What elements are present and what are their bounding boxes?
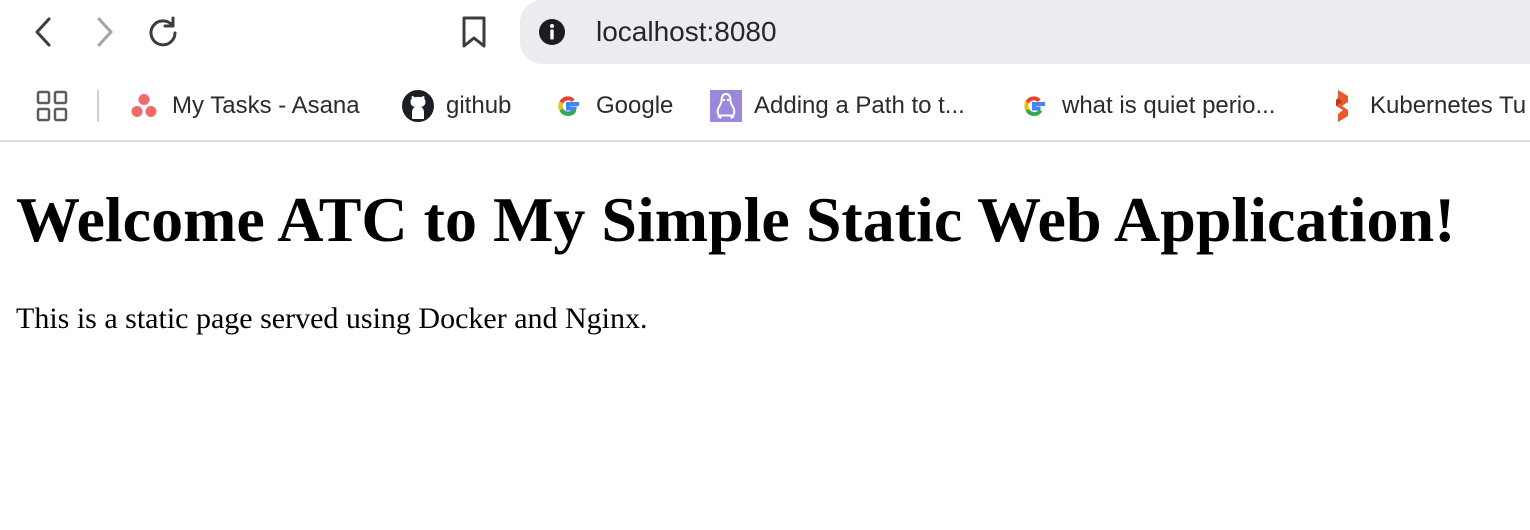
chevron-left-icon: [35, 17, 51, 47]
bookmark-item-google[interactable]: Google: [552, 88, 673, 124]
bookmark-item-quiet-period[interactable]: what is quiet perio...: [1018, 88, 1275, 124]
bookmark-item-kubernetes[interactable]: Kubernetes Tu: [1326, 88, 1526, 124]
bookmark-icon: [462, 16, 486, 48]
address-bar[interactable]: localhost:8080: [520, 0, 1530, 64]
page-heading: Welcome ATC to My Simple Static Web Appl…: [16, 184, 1456, 255]
reload-button[interactable]: [141, 10, 185, 54]
bookmark-item-adding-a-path[interactable]: Adding a Path to t...: [710, 88, 965, 124]
page-paragraph: This is a static page served using Docke…: [16, 302, 648, 335]
bookmark-label: Google: [596, 92, 674, 119]
bookmark-item-github[interactable]: github: [402, 88, 511, 124]
apps-grid-icon: [36, 90, 68, 122]
reload-icon: [149, 16, 177, 47]
bookmark-label: Kubernetes Tu: [1370, 92, 1527, 119]
asana-icon: [128, 90, 160, 122]
forward-button[interactable]: [82, 10, 126, 54]
google-icon: [552, 90, 584, 122]
url-text[interactable]: localhost:8080: [596, 13, 777, 51]
info-icon[interactable]: [538, 18, 566, 46]
google-icon: [1018, 90, 1050, 122]
bookmark-label: github: [446, 92, 512, 119]
bookmark-page-button[interactable]: [452, 10, 496, 54]
page-content: Welcome ATC to My Simple Static Web Appl…: [0, 142, 1530, 530]
linux-tux-icon: [710, 90, 742, 122]
apps-button[interactable]: [30, 84, 74, 128]
bookmarks-bar: My Tasks - Asana github Google Adding a …: [0, 74, 1530, 138]
bookmarks-separator: [97, 90, 99, 122]
chevron-right-icon: [97, 17, 113, 47]
github-icon: [402, 90, 434, 122]
browser-toolbar: localhost:8080: [0, 0, 1530, 66]
bookmark-label: Adding a Path to t...: [754, 92, 965, 119]
browser-window: localhost:8080 My Tasks - Asana github G…: [0, 0, 1530, 530]
bookmark-label: My Tasks - Asana: [172, 92, 360, 119]
bookmark-item-asana[interactable]: My Tasks - Asana: [128, 88, 360, 124]
back-button[interactable]: [22, 10, 66, 54]
bookmark-label: what is quiet perio...: [1062, 92, 1276, 119]
kubernetes-tutorial-icon: [1326, 90, 1358, 122]
